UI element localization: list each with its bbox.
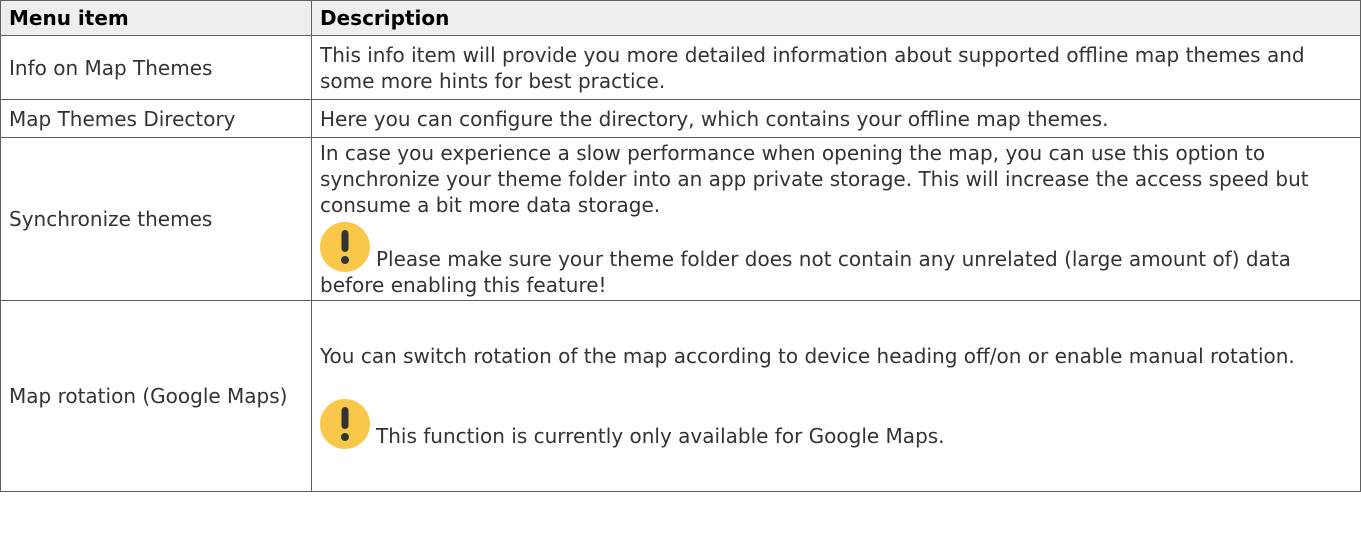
menu-item-cell: Map rotation (Google Maps) (0, 300, 312, 492)
menu-item-cell: Synchronize themes (0, 137, 312, 301)
description-cell: You can switch rotation of the map accor… (311, 300, 1361, 492)
description-cell: In case you experience a slow performanc… (311, 137, 1361, 301)
menu-items-table: Menu item Description Info on Map Themes… (0, 0, 1361, 492)
warning-note-text: This function is currently only availabl… (376, 424, 945, 448)
table-row: Synchronize themes In case you experienc… (0, 137, 1361, 301)
menu-item-cell: Info on Map Themes (0, 35, 312, 100)
header-description: Description (311, 0, 1361, 36)
warning-note: Please make sure your theme folder does … (320, 218, 1352, 298)
description-cell: This info item will provide you more det… (311, 35, 1361, 100)
description-text: You can switch rotation of the map accor… (320, 344, 1295, 368)
table-row: Map Themes Directory Here you can config… (0, 99, 1361, 138)
exclamation-warning-icon (320, 222, 370, 272)
warning-note-text: Please make sure your theme folder does … (320, 247, 1291, 297)
table-row: Map rotation (Google Maps) You can switc… (0, 300, 1361, 492)
header-menu-item: Menu item (0, 0, 312, 36)
description-cell: Here you can configure the directory, wh… (311, 99, 1361, 138)
menu-item-cell: Map Themes Directory (0, 99, 312, 138)
warning-note: This function is currently only availabl… (320, 395, 1352, 449)
description-text: In case you experience a slow performanc… (320, 141, 1309, 217)
exclamation-warning-icon (320, 399, 370, 449)
table-header-row: Menu item Description (0, 0, 1361, 36)
table-row: Info on Map Themes This info item will p… (0, 35, 1361, 100)
